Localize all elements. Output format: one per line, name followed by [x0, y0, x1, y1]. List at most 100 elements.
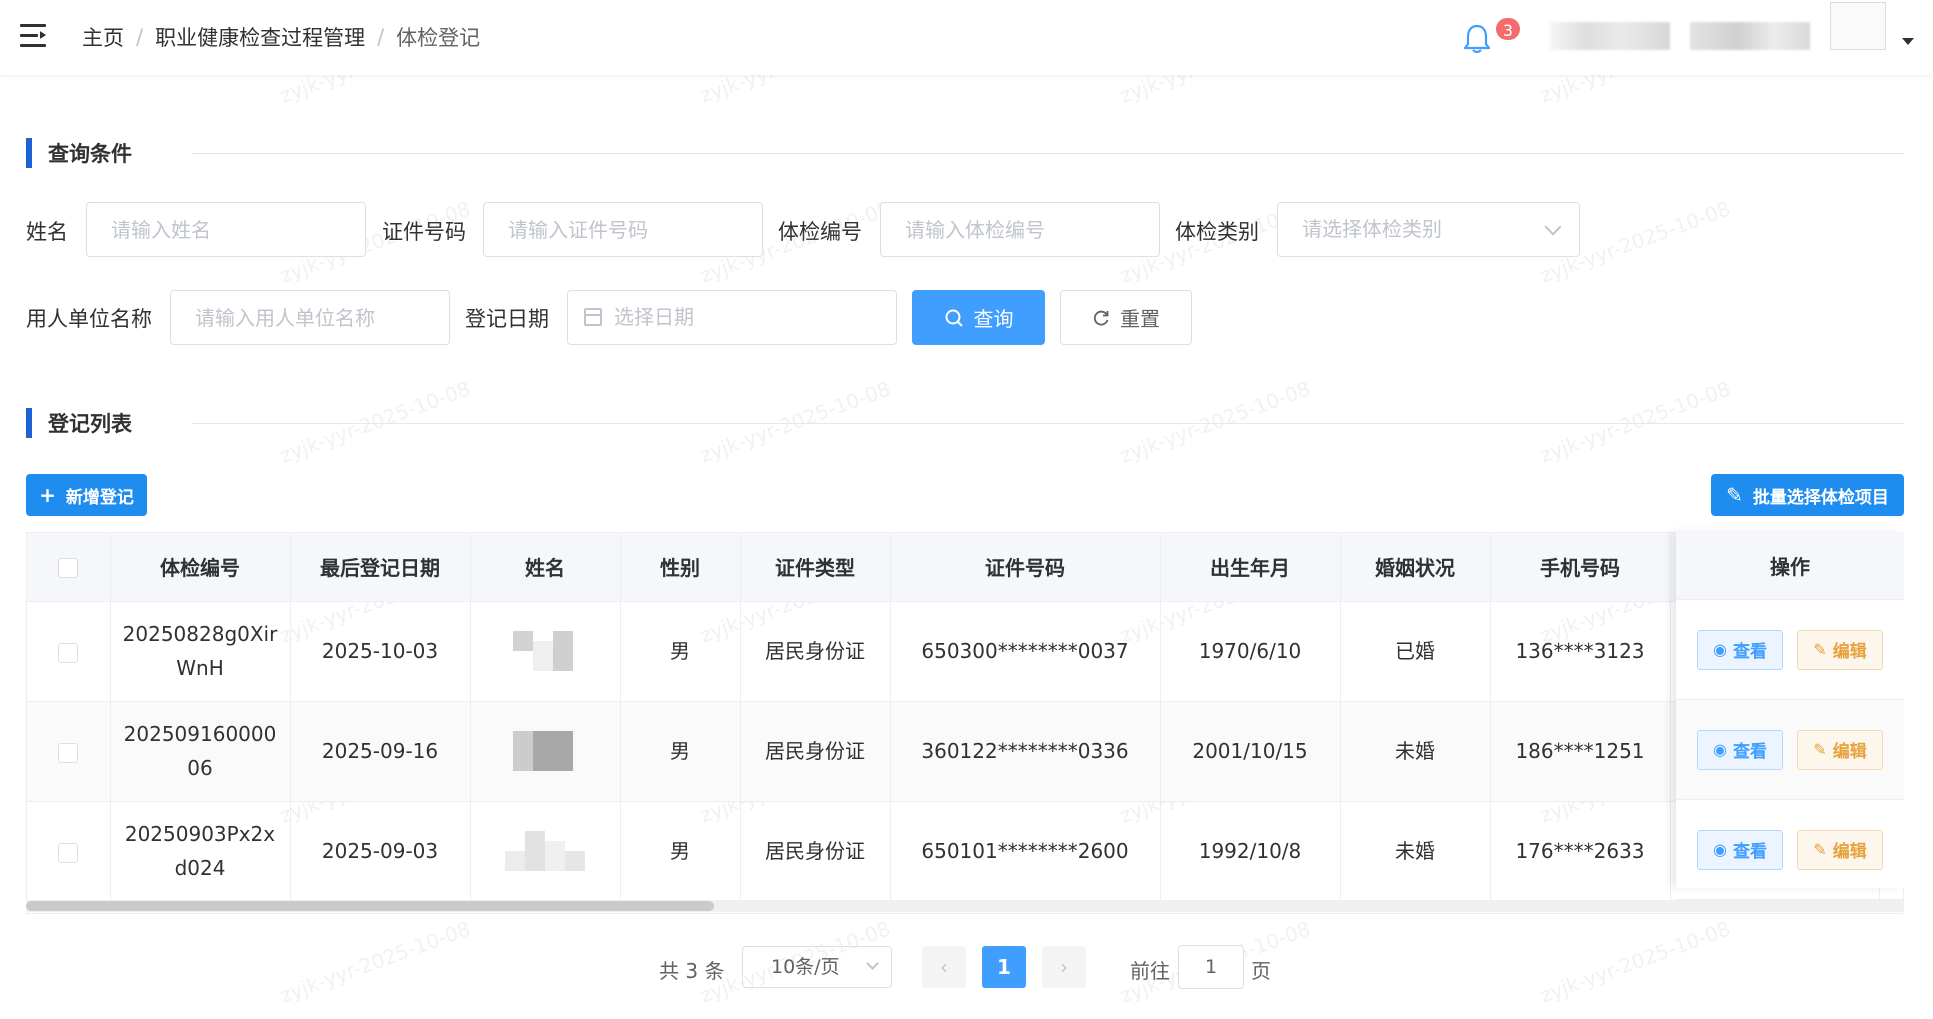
- watermark-text: zyjk-yyr-2025-10-08: [276, 916, 474, 1008]
- page-number-button[interactable]: 1: [982, 946, 1026, 988]
- name-redacted: [513, 631, 577, 671]
- column-header: 婚姻状况: [1340, 533, 1491, 602]
- cell-birth: 2001/10/15: [1160, 701, 1341, 802]
- row-select[interactable]: [27, 601, 111, 702]
- reset-button[interactable]: 重置: [1060, 290, 1192, 345]
- cell-phone: 186****1251: [1490, 701, 1671, 802]
- refresh-icon: [1093, 310, 1109, 325]
- page-size-select[interactable]: 10条/页: [742, 946, 892, 988]
- breadcrumb-separator: /: [377, 25, 385, 49]
- add-registration-button[interactable]: + 新增登记: [26, 474, 147, 516]
- section-bar: [26, 408, 32, 438]
- page-size-value: 10条/页: [771, 956, 840, 978]
- query-section-title: 查询条件: [26, 138, 132, 168]
- column-header: 体检编号: [110, 533, 291, 602]
- reset-button-label: 重置: [1120, 307, 1160, 331]
- cell-id-type: 居民身份证: [740, 801, 891, 902]
- name-redacted: [505, 831, 585, 871]
- view-button[interactable]: ◉ 查看: [1697, 629, 1783, 670]
- column-header: 证件号码: [890, 533, 1161, 602]
- chevron-right-icon: ›: [1060, 955, 1068, 979]
- cell-id-no: 650101********2600: [890, 801, 1161, 902]
- caret-down-icon[interactable]: [1902, 38, 1914, 45]
- prev-page-button[interactable]: ‹: [922, 946, 966, 988]
- watermark-text: zyjk-yyr-2025-10-08: [1536, 916, 1734, 1008]
- column-header: 出生年月: [1160, 533, 1341, 602]
- column-header: 姓名: [470, 533, 621, 602]
- row-checkbox[interactable]: [58, 842, 79, 863]
- registration-table: 体检编号 最后登记日期 姓名 性别 证件类型 证件号码 出生年月 婚姻状况 手机…: [26, 532, 1904, 914]
- row-select[interactable]: [27, 701, 111, 802]
- actions-column: 操作 ◉ 查看 ✎ 编辑 ◉ 查看 ✎ 编辑 ◉ 查看 ✎ 编辑: [1676, 532, 1904, 900]
- reg-date-placeholder: 选择日期: [614, 305, 694, 329]
- watermark-text: zyjk-yyr-2025-10-08: [1536, 376, 1734, 468]
- watermark-text: zyjk-yyr-2025-10-08: [1116, 376, 1314, 468]
- row-checkbox[interactable]: [58, 742, 79, 763]
- view-button[interactable]: ◉ 查看: [1697, 829, 1783, 870]
- edit-icon: ✎: [1813, 840, 1827, 859]
- search-button-label: 查询: [973, 307, 1014, 331]
- view-button[interactable]: ◉ 查看: [1697, 729, 1783, 770]
- goto-page-input[interactable]: [1178, 945, 1244, 989]
- header-select-all[interactable]: [27, 533, 111, 602]
- actions-row: ◉ 查看 ✎ 编辑: [1676, 800, 1904, 900]
- batch-select-items-button[interactable]: ✎ 批量选择体检项目: [1711, 474, 1904, 516]
- cell-id-type: 居民身份证: [740, 701, 891, 802]
- table-row: 20250828g0XirWnH 2025-10-03 男 居民身份证 6503…: [27, 601, 1880, 702]
- employer-label: 用人单位名称: [26, 307, 152, 331]
- name-redacted: [513, 731, 577, 771]
- breadcrumb-home[interactable]: 主页: [82, 22, 124, 52]
- row-checkbox[interactable]: [58, 642, 79, 663]
- page-suffix: 页: [1251, 959, 1271, 983]
- eye-icon: ◉: [1713, 740, 1727, 759]
- exam-type-select[interactable]: 请选择体检类别: [1277, 202, 1580, 257]
- table-row: 20250903Px2xd024 2025-09-03 男 居民身份证 6501…: [27, 801, 1880, 902]
- batch-select-items-label: 批量选择体检项目: [1752, 487, 1889, 508]
- cell-name: [470, 601, 621, 702]
- cell-exam-no: 20250828g0XirWnH: [110, 601, 291, 702]
- cell-date: 2025-09-03: [290, 801, 471, 902]
- cell-name: [470, 801, 621, 902]
- section-divider: [192, 423, 1904, 424]
- view-label: 查看: [1732, 742, 1767, 762]
- exam-type-label: 体检类别: [1175, 220, 1259, 244]
- exam-no-input[interactable]: [880, 202, 1160, 257]
- plus-icon: +: [39, 483, 56, 507]
- actions-row: ◉ 查看 ✎ 编辑: [1676, 700, 1904, 800]
- cell-gender: 男: [620, 601, 741, 702]
- cell-marital: 未婚: [1340, 701, 1491, 802]
- employer-input[interactable]: [170, 290, 450, 345]
- menu-toggle-icon[interactable]: [20, 24, 48, 48]
- watermark-text: zyjk-yyr-2025-10-08: [276, 376, 474, 468]
- breadcrumb-separator: /: [136, 25, 144, 49]
- reg-date-picker[interactable]: 选择日期: [567, 290, 897, 345]
- cell-name: [470, 701, 621, 802]
- bell-icon[interactable]: [1460, 22, 1494, 56]
- cell-date: 2025-10-03: [290, 601, 471, 702]
- edit-button[interactable]: ✎ 编辑: [1797, 629, 1883, 670]
- id-no-input[interactable]: [483, 202, 763, 257]
- cell-phone: 176****2633: [1490, 801, 1671, 902]
- add-registration-label: 新增登记: [65, 487, 134, 508]
- cell-marital: 未婚: [1340, 801, 1491, 902]
- avatar[interactable]: [1830, 2, 1886, 50]
- column-header: 性别: [620, 533, 741, 602]
- edit-button[interactable]: ✎ 编辑: [1797, 729, 1883, 770]
- table-row: 20250916000006 2025-09-16 男 居民身份证 360122…: [27, 701, 1880, 802]
- eye-icon: ◉: [1713, 840, 1727, 859]
- name-input[interactable]: [86, 202, 366, 257]
- breadcrumb-process-management[interactable]: 职业健康检查过程管理: [155, 22, 365, 52]
- id-no-label: 证件号码: [382, 220, 466, 244]
- edit-label: 编辑: [1832, 842, 1867, 862]
- edit-button[interactable]: ✎ 编辑: [1797, 829, 1883, 870]
- horizontal-scrollbar-thumb[interactable]: [26, 901, 714, 911]
- search-button[interactable]: 查询: [912, 290, 1045, 345]
- pagination-total: 共 3 条: [659, 959, 725, 983]
- edit-label: 编辑: [1832, 642, 1867, 662]
- list-title-text: 登记列表: [48, 412, 132, 436]
- next-page-button[interactable]: ›: [1042, 946, 1086, 988]
- cell-exam-no: 20250903Px2xd024: [110, 801, 291, 902]
- breadcrumb-current: 体检登记: [396, 26, 481, 50]
- row-select[interactable]: [27, 801, 111, 902]
- select-all-checkbox[interactable]: [58, 558, 79, 579]
